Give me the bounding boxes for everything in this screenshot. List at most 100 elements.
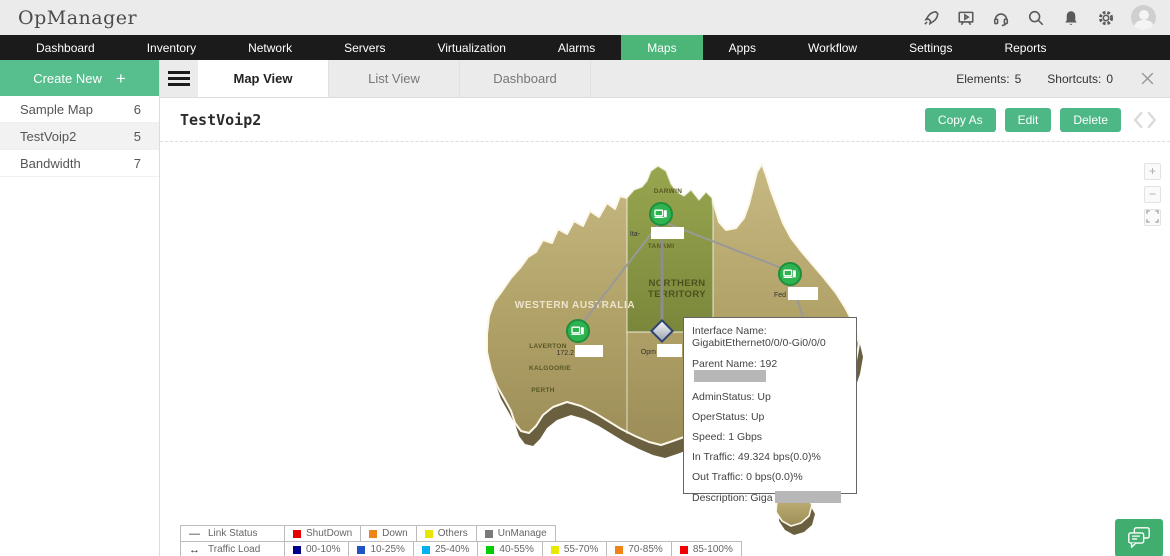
line-icon: — <box>189 527 200 540</box>
node-label-laverton: 172.2 <box>556 350 574 357</box>
zoom-out-button[interactable]: − <box>1144 186 1161 203</box>
map-name: Sample Map <box>20 101 93 117</box>
elements-stat: Elements: 5 <box>956 71 1022 86</box>
title-actions: Copy As Edit Delete <box>924 107 1158 132</box>
chevron-left-icon[interactable] <box>1132 110 1145 130</box>
nav-reports[interactable]: Reports <box>978 35 1072 60</box>
redaction-box <box>657 344 682 357</box>
map-title-row: TestVoip2 Copy As Edit Delete <box>160 98 1170 142</box>
shortcuts-count: 0 <box>1106 71 1113 86</box>
nav-workflow[interactable]: Workflow <box>782 35 883 60</box>
plus-icon: + <box>115 68 126 88</box>
page-title: TestVoip2 <box>180 110 262 129</box>
sidebar-item-sample-map[interactable]: Sample Map 6 <box>0 96 159 123</box>
sidebar-item-bandwidth[interactable]: Bandwidth 7 <box>0 150 159 177</box>
tooltip-parent-name: Parent Name: 192 <box>692 358 848 383</box>
copy-as-button[interactable]: Copy As <box>924 107 996 132</box>
down-swatch <box>369 529 378 538</box>
tooltip-speed: Speed: 1 Gbps <box>692 431 763 443</box>
map-zoom-controls: + − <box>1144 163 1161 226</box>
header-icon-group <box>921 5 1156 30</box>
opmanager-app: OpManager Dashboard Inventory Network Se… <box>0 0 1170 556</box>
hamburger-menu-icon[interactable] <box>160 60 198 97</box>
nav-servers[interactable]: Servers <box>318 35 411 60</box>
map-count: 5 <box>133 128 141 144</box>
redaction-box <box>651 227 684 239</box>
chat-bubbles-icon <box>1128 527 1150 548</box>
node-darwin[interactable] <box>649 202 673 226</box>
redaction-box <box>575 345 603 357</box>
bell-icon[interactable] <box>1061 8 1081 28</box>
legend-traffic-load-row: ↔ Traffic Load 00-10% 10-25% 25-40% 40-5… <box>180 541 742 556</box>
map-canvas: WESTERN AUSTRALIA NORTHERN TERRITORY DAR… <box>160 142 1170 556</box>
sidebar-item-testvoip2[interactable]: TestVoip2 5 <box>0 123 159 150</box>
unmanage-swatch <box>484 529 493 538</box>
nav-virtualization[interactable]: Virtualization <box>411 35 531 60</box>
chevron-right-icon[interactable] <box>1145 110 1158 130</box>
user-avatar[interactable] <box>1131 5 1156 30</box>
zoom-in-button[interactable]: + <box>1144 163 1161 180</box>
others-swatch <box>424 529 433 538</box>
label-territory: TERRITORY <box>648 289 706 300</box>
tooltip-out-traffic: Out Traffic: 0 bps(0.0)% <box>692 471 803 483</box>
node-label-fed: Fed <box>774 292 786 299</box>
create-new-label: Create New <box>33 70 102 86</box>
tabbar-stats: Elements: 5 Shortcuts: 0 <box>956 60 1170 97</box>
chat-support-button[interactable] <box>1115 519 1163 556</box>
map-name: TestVoip2 <box>20 128 77 144</box>
tooltip-interface-name: Interface Name: GigabitEthernet0/0/0-Gi0… <box>692 325 826 349</box>
nav-inventory[interactable]: Inventory <box>121 35 222 60</box>
map-legend: — Link Status ShutDown Down Others UnMan… <box>180 525 742 556</box>
edit-button[interactable]: Edit <box>1004 107 1052 132</box>
tooltip-in-traffic: In Traffic: 49.324 bps(0.0)% <box>692 451 821 463</box>
node-laverton[interactable] <box>566 319 590 343</box>
map-pager <box>1132 110 1158 130</box>
tooltip-description: Description: Giga <box>692 491 848 504</box>
opmanager-logo: OpManager <box>18 6 138 29</box>
tab-map-view[interactable]: Map View <box>198 60 329 97</box>
redaction-box <box>788 287 818 300</box>
nav-maps[interactable]: Maps <box>621 35 703 60</box>
node-label-diamond: Opm <box>641 349 656 356</box>
label-northern: NORTHERN <box>648 278 705 289</box>
rocket-icon[interactable] <box>921 8 941 28</box>
map-count: 6 <box>133 101 141 117</box>
nav-apps[interactable]: Apps <box>703 35 782 60</box>
label-laverton: LAVERTON <box>529 343 567 350</box>
tab-list-view[interactable]: List View <box>329 60 460 97</box>
legend-link-status-row: — Link Status ShutDown Down Others UnMan… <box>180 525 742 542</box>
search-icon[interactable] <box>1026 8 1046 28</box>
maps-sidebar: Create New + Sample Map 6 TestVoip2 5 Ba… <box>0 60 160 556</box>
label-perth: PERTH <box>531 387 555 394</box>
node-fed[interactable] <box>778 262 802 286</box>
tooltip-admin-status: AdminStatus: Up <box>692 391 771 403</box>
gear-icon[interactable] <box>1096 8 1116 28</box>
interface-tooltip: Interface Name: GigabitEthernet0/0/0-Gi0… <box>683 317 857 504</box>
create-new-button[interactable]: Create New + <box>0 60 159 96</box>
label-darwin: DARWIN <box>654 188 682 195</box>
legend-row-label: Link Status <box>208 528 258 539</box>
delete-button[interactable]: Delete <box>1060 107 1121 132</box>
legend-row-label: Traffic Load <box>208 544 261 555</box>
map-name: Bandwidth <box>20 155 81 171</box>
nav-network[interactable]: Network <box>222 35 318 60</box>
shutdown-swatch <box>293 529 301 538</box>
australia-map: WESTERN AUSTRALIA NORTHERN TERRITORY DAR… <box>486 163 863 535</box>
double-arrow-icon: ↔ <box>189 543 200 556</box>
node-label-darwin: Ita- <box>630 231 641 238</box>
main-nav: Dashboard Inventory Network Servers Virt… <box>0 35 1170 60</box>
redaction-box <box>694 370 766 382</box>
nav-settings[interactable]: Settings <box>883 35 978 60</box>
tab-dashboard[interactable]: Dashboard <box>460 60 591 97</box>
headset-icon[interactable] <box>991 8 1011 28</box>
map-count: 7 <box>133 155 141 171</box>
nav-alarms[interactable]: Alarms <box>532 35 621 60</box>
presentation-icon[interactable] <box>956 8 976 28</box>
view-tabbar: Map View List View Dashboard Elements: 5 … <box>160 60 1170 98</box>
close-icon[interactable] <box>1139 70 1156 87</box>
elements-count: 5 <box>1014 71 1022 86</box>
fit-screen-button[interactable] <box>1144 209 1161 226</box>
redaction-box <box>774 491 841 503</box>
nav-dashboard[interactable]: Dashboard <box>10 35 121 60</box>
top-header: OpManager <box>0 0 1170 35</box>
